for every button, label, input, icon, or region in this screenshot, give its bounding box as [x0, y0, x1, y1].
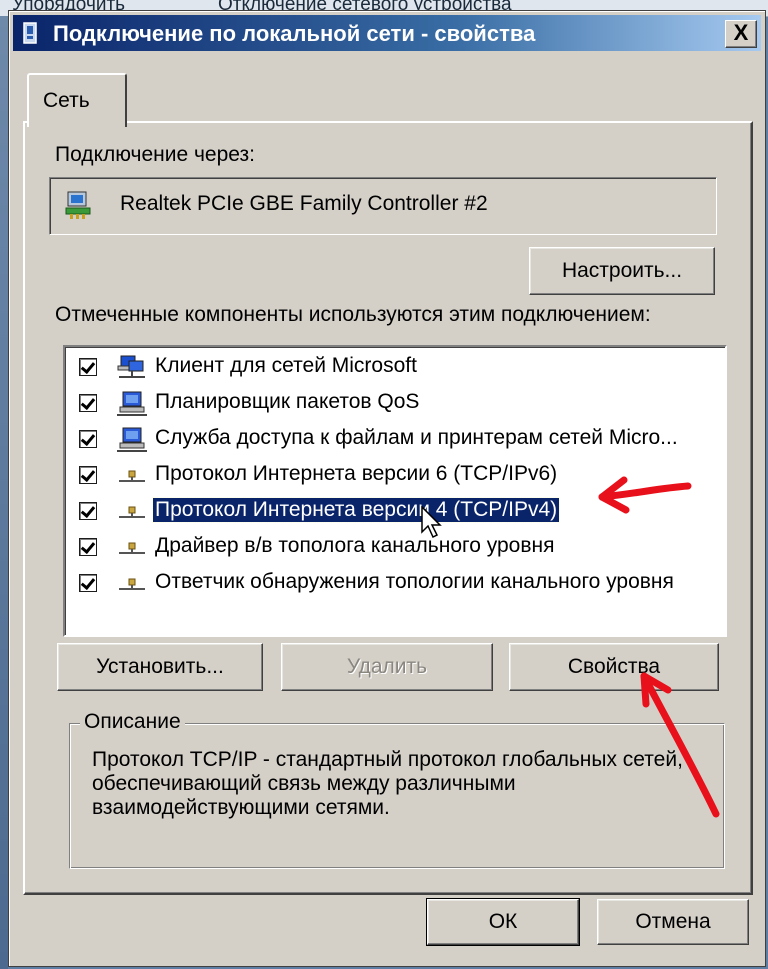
- component-label: Протокол Интернета версии 6 (TCP/IPv6): [155, 462, 558, 485]
- list-item[interactable]: Ответчик обнаружения топологии канальног…: [65, 567, 721, 599]
- description-text: Протокол TCP/IP - стандартный протокол г…: [92, 748, 683, 819]
- protocol-icon: [119, 470, 145, 482]
- network-client-icon: [117, 355, 145, 378]
- component-checkbox[interactable]: [79, 538, 97, 556]
- uninstall-button[interactable]: Удалить: [281, 643, 493, 691]
- properties-dialog: Подключение по локальной сети - свойства…: [8, 10, 766, 967]
- component-label: Планировщик пакетов QoS: [155, 390, 420, 413]
- component-checkbox[interactable]: [79, 358, 97, 376]
- network-adapter-icon: [65, 191, 91, 219]
- components-label: Отмеченные компоненты используются этим …: [55, 303, 651, 326]
- network-service-icon: [117, 427, 147, 452]
- component-label: Служба доступа к файлам и принтерам сете…: [155, 426, 678, 449]
- cancel-button[interactable]: Отмена: [597, 899, 749, 945]
- component-label: Протокол Интернета версии 4 (TCP/IPv4): [151, 497, 561, 523]
- components-list[interactable]: Клиент для сетей Microsoft Планировщик п…: [63, 345, 727, 637]
- configure-button[interactable]: Настроить...: [529, 247, 715, 295]
- list-item[interactable]: Служба доступа к файлам и принтерам сете…: [65, 423, 721, 455]
- component-label: Ответчик обнаружения топологии канальног…: [155, 570, 674, 593]
- network-service-icon: [117, 391, 147, 416]
- ok-button[interactable]: ОК: [426, 898, 580, 946]
- component-label: Клиент для сетей Microsoft: [155, 354, 417, 377]
- protocol-icon: [119, 578, 145, 590]
- dialog-title: Подключение по локальной сети - свойства: [53, 21, 536, 46]
- list-item[interactable]: Драйвер в/в тополога канального уровня: [65, 531, 721, 563]
- component-checkbox[interactable]: [79, 430, 97, 448]
- install-button[interactable]: Установить...: [57, 643, 263, 691]
- tab-network[interactable]: Сеть: [27, 73, 127, 127]
- close-button[interactable]: X: [725, 20, 757, 48]
- title-bar[interactable]: Подключение по локальной сети - свойства…: [13, 15, 761, 51]
- protocol-icon: [119, 506, 145, 518]
- protocol-icon: [119, 542, 145, 554]
- component-checkbox[interactable]: [79, 394, 97, 412]
- description-legend: Описание: [80, 710, 185, 734]
- connect-using-label: Подключение через:: [55, 143, 255, 166]
- list-item[interactable]: Клиент для сетей Microsoft: [65, 351, 721, 383]
- component-checkbox[interactable]: [79, 502, 97, 520]
- tab-network-label: Сеть: [43, 89, 90, 112]
- list-item[interactable]: Планировщик пакетов QoS: [65, 387, 721, 419]
- description-group: Описание Протокол TCP/IP - стандартный п…: [69, 710, 725, 869]
- list-item-selected[interactable]: Протокол Интернета версии 4 (TCP/IPv4): [65, 495, 721, 527]
- adapter-name: Realtek PCIe GBE Family Controller #2: [120, 192, 488, 215]
- component-checkbox[interactable]: [79, 466, 97, 484]
- desktop-background: [0, 16, 8, 969]
- network-connection-icon: [23, 22, 37, 44]
- adapter-box: Realtek PCIe GBE Family Controller #2: [49, 177, 717, 235]
- component-checkbox[interactable]: [79, 574, 97, 592]
- properties-button[interactable]: Свойства: [509, 643, 719, 691]
- list-item[interactable]: Протокол Интернета версии 6 (TCP/IPv6): [65, 459, 721, 491]
- component-label: Драйвер в/в тополога канального уровня: [155, 534, 555, 557]
